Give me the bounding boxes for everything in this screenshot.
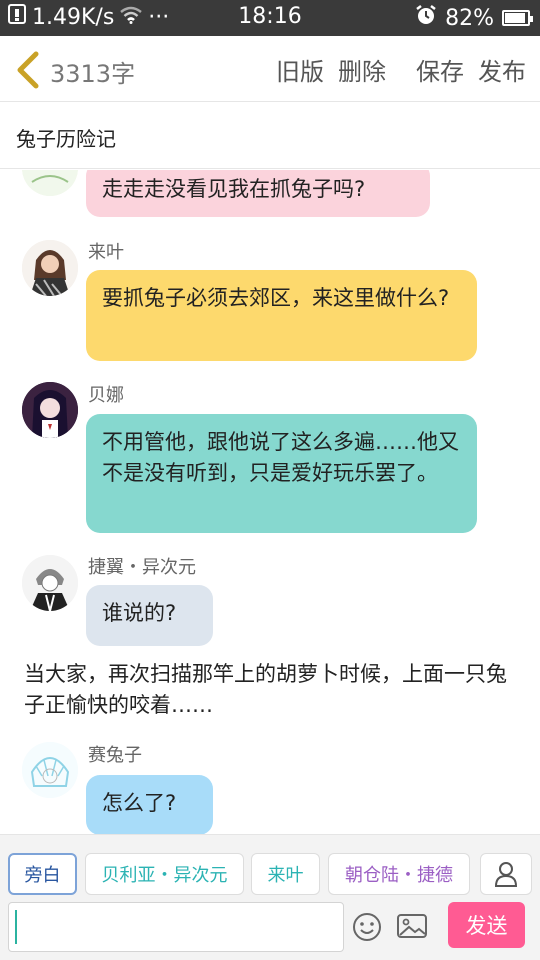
send-button[interactable]: 发送 — [448, 902, 525, 948]
emoji-button[interactable] — [352, 912, 382, 942]
message-text: 要抓兔子必须去郊区，来这里做什么? — [102, 286, 450, 310]
character-selector: 旁白 贝利亚・异次元 来叶 朝仓陆・捷德 — [0, 834, 540, 898]
battery-icon — [502, 10, 533, 26]
message-text: 怎么了? — [102, 791, 177, 815]
delete-button[interactable]: 删除 — [338, 52, 386, 87]
battery-percent: 82% — [445, 5, 494, 31]
sender-name: 来叶 — [88, 242, 124, 263]
word-count: 3313字 — [50, 60, 136, 88]
header-actions: 旧版 删除 保存 发布 — [276, 52, 526, 87]
story-title-bar[interactable]: 兔子历险记 — [0, 103, 540, 169]
avatar[interactable] — [22, 240, 78, 296]
sender-name: 赛兔子 — [88, 745, 142, 766]
character-chip-narrator[interactable]: 旁白 — [8, 853, 77, 895]
chat-area[interactable]: 走走走没看见我在抓兔子吗? 来叶 要抓兔子必须去郊区，来这里做什么? 贝娜 不用… — [0, 170, 540, 834]
alarm-icon — [415, 4, 437, 32]
smiley-icon — [353, 913, 381, 941]
narration-text[interactable]: 当大家，再次扫描那竿上的胡萝卜时候，上面一只兔子正愉快的咬着…… — [24, 659, 524, 721]
chat-bubble[interactable]: 谁说的? — [86, 585, 213, 646]
character-chip-asakura[interactable]: 朝仓陆・捷德 — [328, 853, 470, 895]
input-bar: 发送 — [0, 898, 540, 960]
avatar[interactable] — [22, 742, 78, 798]
editor-header: 3313字 旧版 删除 保存 发布 — [0, 36, 540, 102]
avatar[interactable] — [22, 170, 78, 196]
manage-characters-button[interactable] — [480, 853, 532, 895]
sender-name: 贝娜 — [88, 385, 124, 406]
text-caret — [15, 910, 17, 944]
back-button[interactable] — [12, 50, 46, 90]
chat-bubble[interactable]: 怎么了? — [86, 775, 213, 834]
chat-bubble[interactable]: 走走走没看见我在抓兔子吗? — [86, 170, 430, 217]
message-text: 走走走没看见我在抓兔子吗? — [102, 177, 366, 201]
status-bar: 1.49K/s ··· 18:16 82% — [0, 0, 540, 36]
character-chip-belial[interactable]: 贝利亚・异次元 — [85, 853, 244, 895]
save-button[interactable]: 保存 — [416, 52, 464, 87]
back-arrow-icon — [17, 51, 39, 89]
status-right: 82% — [415, 4, 533, 32]
publish-button[interactable]: 发布 — [478, 52, 526, 87]
sender-name: 捷翼・异次元 — [88, 557, 196, 578]
message-input[interactable] — [8, 902, 344, 952]
message-text: 谁说的? — [102, 601, 177, 625]
message-text: 不用管他，跟他说了这么多遍……他又不是没有听到，只是爱好玩乐罢了。 — [102, 430, 459, 485]
character-chip-laiye[interactable]: 来叶 — [251, 853, 320, 895]
story-title[interactable]: 兔子历险记 — [16, 123, 116, 152]
old-version-button[interactable]: 旧版 — [276, 52, 324, 87]
image-icon — [397, 914, 427, 938]
chat-bubble[interactable]: 不用管他，跟他说了这么多遍……他又不是没有听到，只是爱好玩乐罢了。 — [86, 414, 477, 533]
image-button[interactable] — [396, 912, 428, 940]
avatar[interactable] — [22, 382, 78, 438]
avatar[interactable] — [22, 555, 78, 611]
chat-bubble[interactable]: 要抓兔子必须去郊区，来这里做什么? — [86, 270, 477, 361]
person-icon — [494, 862, 518, 887]
